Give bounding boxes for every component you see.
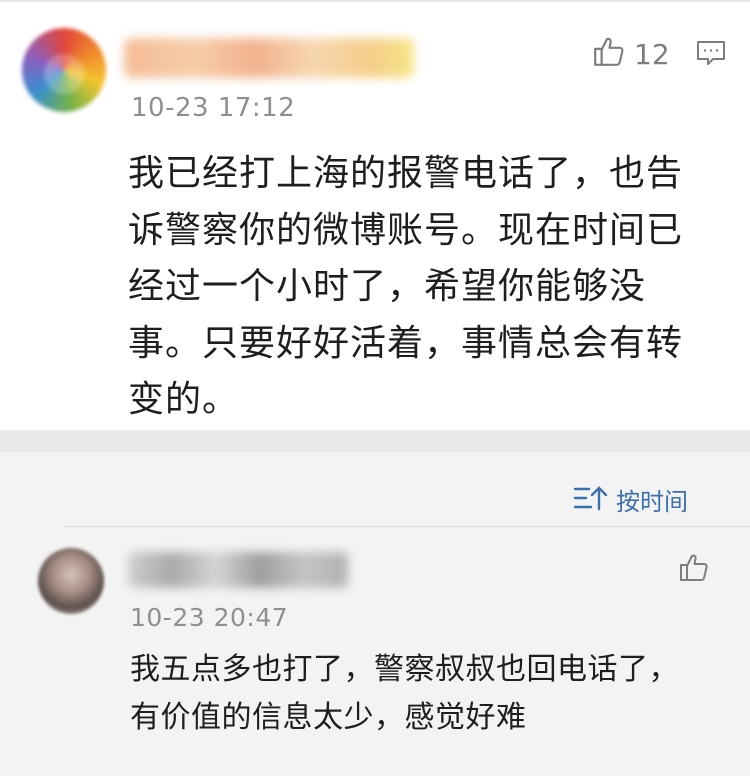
username-blurred[interactable] bbox=[124, 38, 414, 78]
replies-section: 按时间 10-23 20:47 我五点多也打了，警察叔叔也回电话了，有价值的信息… bbox=[0, 452, 750, 776]
divider bbox=[64, 526, 750, 527]
sort-label: 按时间 bbox=[616, 488, 688, 516]
main-comment: 10-23 17:12 12 我已经打上海的报警电话了，也告诉警察你的微博账号。… bbox=[0, 2, 750, 430]
thumbs-up-icon bbox=[678, 554, 710, 588]
reply-text: 我五点多也打了，警察叔叔也回电话了，有价值的信息太少，感觉好难 bbox=[130, 652, 679, 735]
thumbs-up-icon bbox=[592, 35, 626, 73]
username-blurred[interactable] bbox=[128, 552, 348, 588]
like-button[interactable]: 12 bbox=[592, 35, 670, 73]
like-button[interactable] bbox=[678, 552, 710, 588]
reply-timestamp: 10-23 20:47 bbox=[130, 603, 289, 632]
section-gap bbox=[0, 430, 750, 452]
comment-bubble-icon bbox=[696, 41, 726, 71]
comment-timestamp: 10-23 17:12 bbox=[131, 93, 296, 123]
sort-by-time-icon bbox=[572, 483, 610, 517]
like-count: 12 bbox=[634, 37, 670, 71]
avatar[interactable] bbox=[22, 28, 106, 112]
comment-text: 我已经打上海的报警电话了，也告诉警察你的微博账号。现在时间已经过一个小时了，希望… bbox=[128, 153, 684, 420]
reply-button[interactable] bbox=[696, 39, 726, 71]
avatar[interactable] bbox=[38, 548, 104, 614]
sort-by-time-button[interactable]: 按时间 bbox=[572, 482, 688, 517]
